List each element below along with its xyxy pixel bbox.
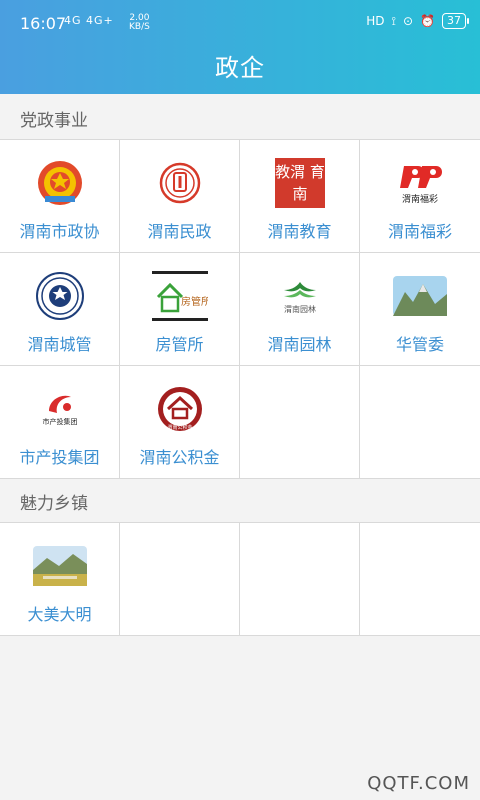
grid-row: 渭南市政协 渭南民政 教渭 育南 渭南教育 渭南福彩 渭南福彩 xyxy=(0,140,480,253)
grid-item-urban-management[interactable]: 渭南城管 xyxy=(0,253,120,365)
vibrate-icon: ⟟ xyxy=(391,13,396,28)
grid-item-label: 渭南城管 xyxy=(27,335,92,354)
garden-logo-icon: 渭南园林 xyxy=(275,271,325,321)
landscape-photo-icon xyxy=(32,545,88,587)
section-title-charming-towns: 魅力乡镇 xyxy=(20,494,88,514)
alarm-icon: ⏰ xyxy=(420,14,435,28)
section-grid-party-government: 渭南市政协 渭南民政 教渭 育南 渭南教育 渭南福彩 渭南福彩 渭南城管 房管所… xyxy=(0,139,480,479)
cppcc-emblem-icon xyxy=(35,158,85,208)
grid-item-label: 渭南福彩 xyxy=(387,222,452,241)
grid-item-label: 华管委 xyxy=(395,335,444,354)
hd-icon: HD xyxy=(366,14,385,28)
grid-item-housing-management[interactable]: 房管所 房管所 xyxy=(120,253,240,365)
svg-text:渭南公积金: 渭南公积金 xyxy=(167,424,192,431)
grid-row: 大美大明 xyxy=(0,523,480,636)
grid-item-cppcc[interactable]: 渭南市政协 xyxy=(0,140,120,252)
status-bar: 16:07 4G 4G+ 2.00 KB/S HD ⟟ ⊙ ⏰ 37 xyxy=(0,0,480,46)
grid-item-empty xyxy=(360,366,480,478)
section-grid-charming-towns: 大美大明 xyxy=(0,522,480,636)
education-seal-icon: 教渭 育南 xyxy=(275,158,325,208)
grid-item-label: 渭南教育 xyxy=(267,222,332,241)
grid-item-label: 渭南公积金 xyxy=(139,448,220,467)
status-time: 16:07 xyxy=(20,14,67,33)
grid-item-label: 大美大明 xyxy=(27,605,92,624)
status-icons: HD ⟟ ⊙ ⏰ 37 xyxy=(366,13,469,29)
grid-item-investment-group[interactable]: 市产投集团 市产投集团 xyxy=(0,366,120,478)
grid-item-label: 渭南民政 xyxy=(147,222,212,241)
grid-item-gardens[interactable]: 渭南园林 渭南园林 xyxy=(240,253,360,365)
watermark: QQTF.COM xyxy=(367,773,470,794)
civil-affairs-logo-icon xyxy=(155,158,205,208)
grid-item-empty xyxy=(360,523,480,635)
investment-group-logo-icon: 市产投集团 xyxy=(35,384,85,434)
housing-fund-logo-icon: 渭南公积金 xyxy=(155,384,205,434)
grid-item-welfare-lottery[interactable]: 渭南福彩 渭南福彩 xyxy=(360,140,480,252)
grid-item-empty xyxy=(240,366,360,478)
grid-row: 市产投集团 市产投集团 渭南公积金 渭南公积金 xyxy=(0,366,480,479)
grid-item-education[interactable]: 教渭 育南 渭南教育 xyxy=(240,140,360,252)
mountain-photo-icon xyxy=(392,275,448,317)
grid-item-label: 渭南市政协 xyxy=(19,222,100,241)
svg-text:房管所: 房管所 xyxy=(181,295,208,308)
welfare-lottery-logo-icon: 渭南福彩 xyxy=(395,158,445,208)
grid-row: 渭南城管 房管所 房管所 渭南园林 渭南园林 华管委 xyxy=(0,253,480,366)
grid-item-empty xyxy=(120,523,240,635)
app-header: 16:07 4G 4G+ 2.00 KB/S HD ⟟ ⊙ ⏰ 37 政企 xyxy=(0,0,480,94)
grid-item-civil-affairs[interactable]: 渭南民政 xyxy=(120,140,240,252)
signal-icon: 4G 4G+ xyxy=(64,14,114,27)
section-title-party-government: 党政事业 xyxy=(20,111,88,131)
housing-management-logo-icon: 房管所 xyxy=(152,269,208,323)
grid-item-label: 市产投集团 xyxy=(19,448,100,467)
page-title: 政企 xyxy=(215,54,265,82)
grid-item-label: 渭南园林 xyxy=(267,335,332,354)
grid-item-empty xyxy=(240,523,360,635)
grid-item-huashan-committee[interactable]: 华管委 xyxy=(360,253,480,365)
network-speed: 2.00 KB/S xyxy=(129,13,150,32)
battery-icon: 37 xyxy=(442,13,469,29)
grid-item-damei-daming[interactable]: 大美大明 xyxy=(0,523,120,635)
urban-management-badge-icon xyxy=(35,271,85,321)
grid-item-housing-fund[interactable]: 渭南公积金 渭南公积金 xyxy=(120,366,240,478)
grid-item-label: 房管所 xyxy=(155,335,204,354)
lock-icon: ⊙ xyxy=(402,14,414,28)
